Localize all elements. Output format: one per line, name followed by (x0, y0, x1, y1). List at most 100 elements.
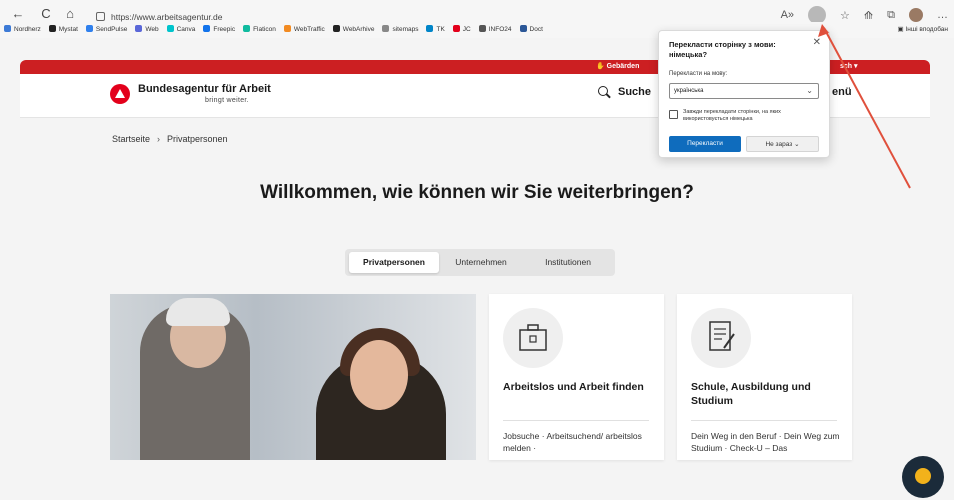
briefcase-icon (503, 308, 563, 368)
selected-language: українська (674, 88, 704, 94)
reload-icon[interactable]: C (38, 6, 54, 22)
card-links[interactable]: Dein Weg in den Beruf · Dein Weg zum Stu… (691, 430, 841, 454)
home-icon[interactable]: ⌂ (62, 6, 78, 22)
page-title: Willkommen, wie können wir Sie weiterbri… (260, 182, 694, 203)
close-icon[interactable]: ✕ (813, 37, 821, 48)
bookmark-favicon-icon (4, 25, 11, 32)
collections-icon[interactable]: ⧉ (887, 9, 895, 22)
card-links[interactable]: Jobsuche · Arbeitsuchend/ arbeitslos mel… (503, 430, 653, 454)
language-switch[interactable]: sch ▾ (840, 62, 858, 70)
bookmark-favicon-icon (85, 25, 93, 32)
card-arbeitslos[interactable]: Arbeitslos und Arbeit finden Jobsuche · … (489, 294, 664, 460)
bookmark-label: Canva (176, 26, 196, 33)
bookmark-label: JC (462, 26, 471, 33)
profile-avatar[interactable] (909, 8, 923, 22)
bookmark-item[interactable]: Flaticon (243, 22, 276, 38)
translate-popup: Перекласти сторінку з мови: німецька? ✕ … (658, 30, 830, 158)
bookmark-label: Doct (529, 26, 543, 33)
bookmark-label: Mystat (58, 26, 78, 33)
favorite-star-icon[interactable]: ☆ (840, 9, 850, 22)
favorites-icon[interactable]: ⟰ (864, 9, 873, 22)
bookmark-favicon-icon (452, 25, 460, 32)
card-divider (691, 420, 837, 421)
bookmark-item[interactable]: TK (426, 22, 445, 38)
bookmark-favicon-icon (48, 25, 56, 32)
read-aloud-icon[interactable]: A» (781, 9, 794, 21)
always-translate-checkbox[interactable] (669, 110, 678, 119)
breadcrumb-home[interactable]: Startseite (112, 134, 150, 144)
hero-photo (110, 294, 476, 460)
tab-privatpersonen[interactable]: Privatpersonen (349, 252, 439, 273)
logo-subtitle: bringt weiter. (205, 97, 249, 104)
card-title[interactable]: Arbeitslos und Arbeit finden (503, 380, 653, 394)
bookmark-label: Freepic (213, 26, 236, 33)
target-language-select[interactable]: українська ⌄ (669, 83, 819, 99)
ba-logo-icon[interactable] (110, 84, 130, 104)
tab-unternehmen[interactable]: Unternehmen (441, 252, 521, 273)
bookmark-item[interactable]: Web (135, 22, 159, 38)
bookmark-item[interactable]: INFO24 (478, 22, 512, 38)
bookmark-label: SendPulse (95, 26, 128, 33)
bookmark-item[interactable]: WebArhive (332, 22, 375, 38)
card-divider (503, 420, 649, 421)
sign-language-link[interactable]: ✋ Gebärden (596, 62, 639, 70)
bookmark-item[interactable]: WebTraffic (283, 22, 325, 38)
not-now-label: Не зараз (765, 141, 793, 148)
breadcrumb: Startseite › Privatpersonen (112, 134, 228, 144)
bookmark-item[interactable]: Nordherz (4, 22, 41, 38)
bookmark-favicon-icon (166, 25, 174, 32)
other-favorites-label: Інші вподобан (905, 26, 949, 33)
bookmark-item[interactable]: sitemaps (382, 22, 418, 38)
bookmark-label: Flaticon (253, 26, 276, 33)
language-label: sch (840, 63, 853, 70)
search-label: Suche (618, 86, 652, 98)
bookmark-favicon-icon (382, 25, 390, 32)
bookmark-item[interactable]: Canva (166, 22, 196, 38)
more-icon[interactable]: … (937, 9, 948, 21)
breadcrumb-current: Privatpersonen (167, 134, 228, 144)
bookmark-label: WebArhive (342, 26, 375, 33)
browser-window: ← C ⌂ https://www.arbeitsagentur.de A» ☆… (0, 0, 954, 500)
bookmark-item[interactable]: Doct (519, 22, 543, 38)
card-schule[interactable]: Schule, Ausbildung und Studium Dein Weg … (677, 294, 852, 460)
bookmark-label: TK (436, 26, 445, 33)
audience-tabs: Privatpersonen Unternehmen Institutionen (345, 249, 615, 276)
card-title[interactable]: Schule, Ausbildung und Studium (691, 380, 841, 408)
other-favorites-folder[interactable]: ▣ Інші вподобан (898, 22, 948, 38)
bookmark-favicon-icon (478, 25, 486, 32)
bookmark-favicon-icon (332, 25, 340, 32)
search-icon (598, 86, 608, 96)
bookmark-favicon-icon (519, 25, 527, 32)
bookmark-favicon-icon (243, 25, 251, 32)
bookmark-item[interactable]: SendPulse (85, 22, 128, 38)
url-text: https://www.arbeitsagentur.de (111, 12, 223, 22)
tab-institutionen[interactable]: Institutionen (525, 252, 611, 273)
bookmark-label: WebTraffic (293, 26, 325, 33)
always-translate-label: Завжди перекладати сторінки, на яких вик… (683, 109, 781, 122)
breadcrumb-separator-icon: › (157, 134, 161, 144)
chat-assistant-icon[interactable] (902, 456, 944, 498)
logo-title[interactable]: Bundesagentur für Arbeit (138, 83, 271, 95)
translate-button[interactable]: Перекласти (669, 136, 741, 152)
document-pen-icon (691, 308, 751, 368)
bookmark-favicon-icon (135, 25, 143, 32)
bookmark-item[interactable]: JC (452, 22, 471, 38)
bookmark-label: Web (145, 26, 159, 33)
photo-woman-head (350, 340, 408, 410)
not-now-button[interactable]: Не зараз ⌄ (746, 136, 819, 152)
bookmark-favicon-icon (283, 25, 291, 32)
bookmark-label: INFO24 (488, 26, 512, 33)
photo-man-hair (166, 298, 230, 326)
bookmark-item[interactable]: Mystat (48, 22, 78, 38)
bookmark-favicon-icon (426, 25, 434, 32)
bookmark-label: Nordherz (14, 26, 41, 33)
search-button[interactable]: Suche (598, 86, 651, 98)
sign-language-label: Gebärden (606, 63, 640, 70)
page-info-icon[interactable] (96, 12, 105, 21)
chevron-down-icon: ⌄ (806, 86, 813, 95)
bookmark-favicon-icon (203, 25, 211, 32)
bookmark-item[interactable]: Freepic (203, 22, 235, 38)
back-icon[interactable]: ← (10, 6, 26, 22)
popup-title: Перекласти сторінку з мови: німецька? (669, 40, 776, 59)
menu-button[interactable]: enü (832, 86, 852, 98)
